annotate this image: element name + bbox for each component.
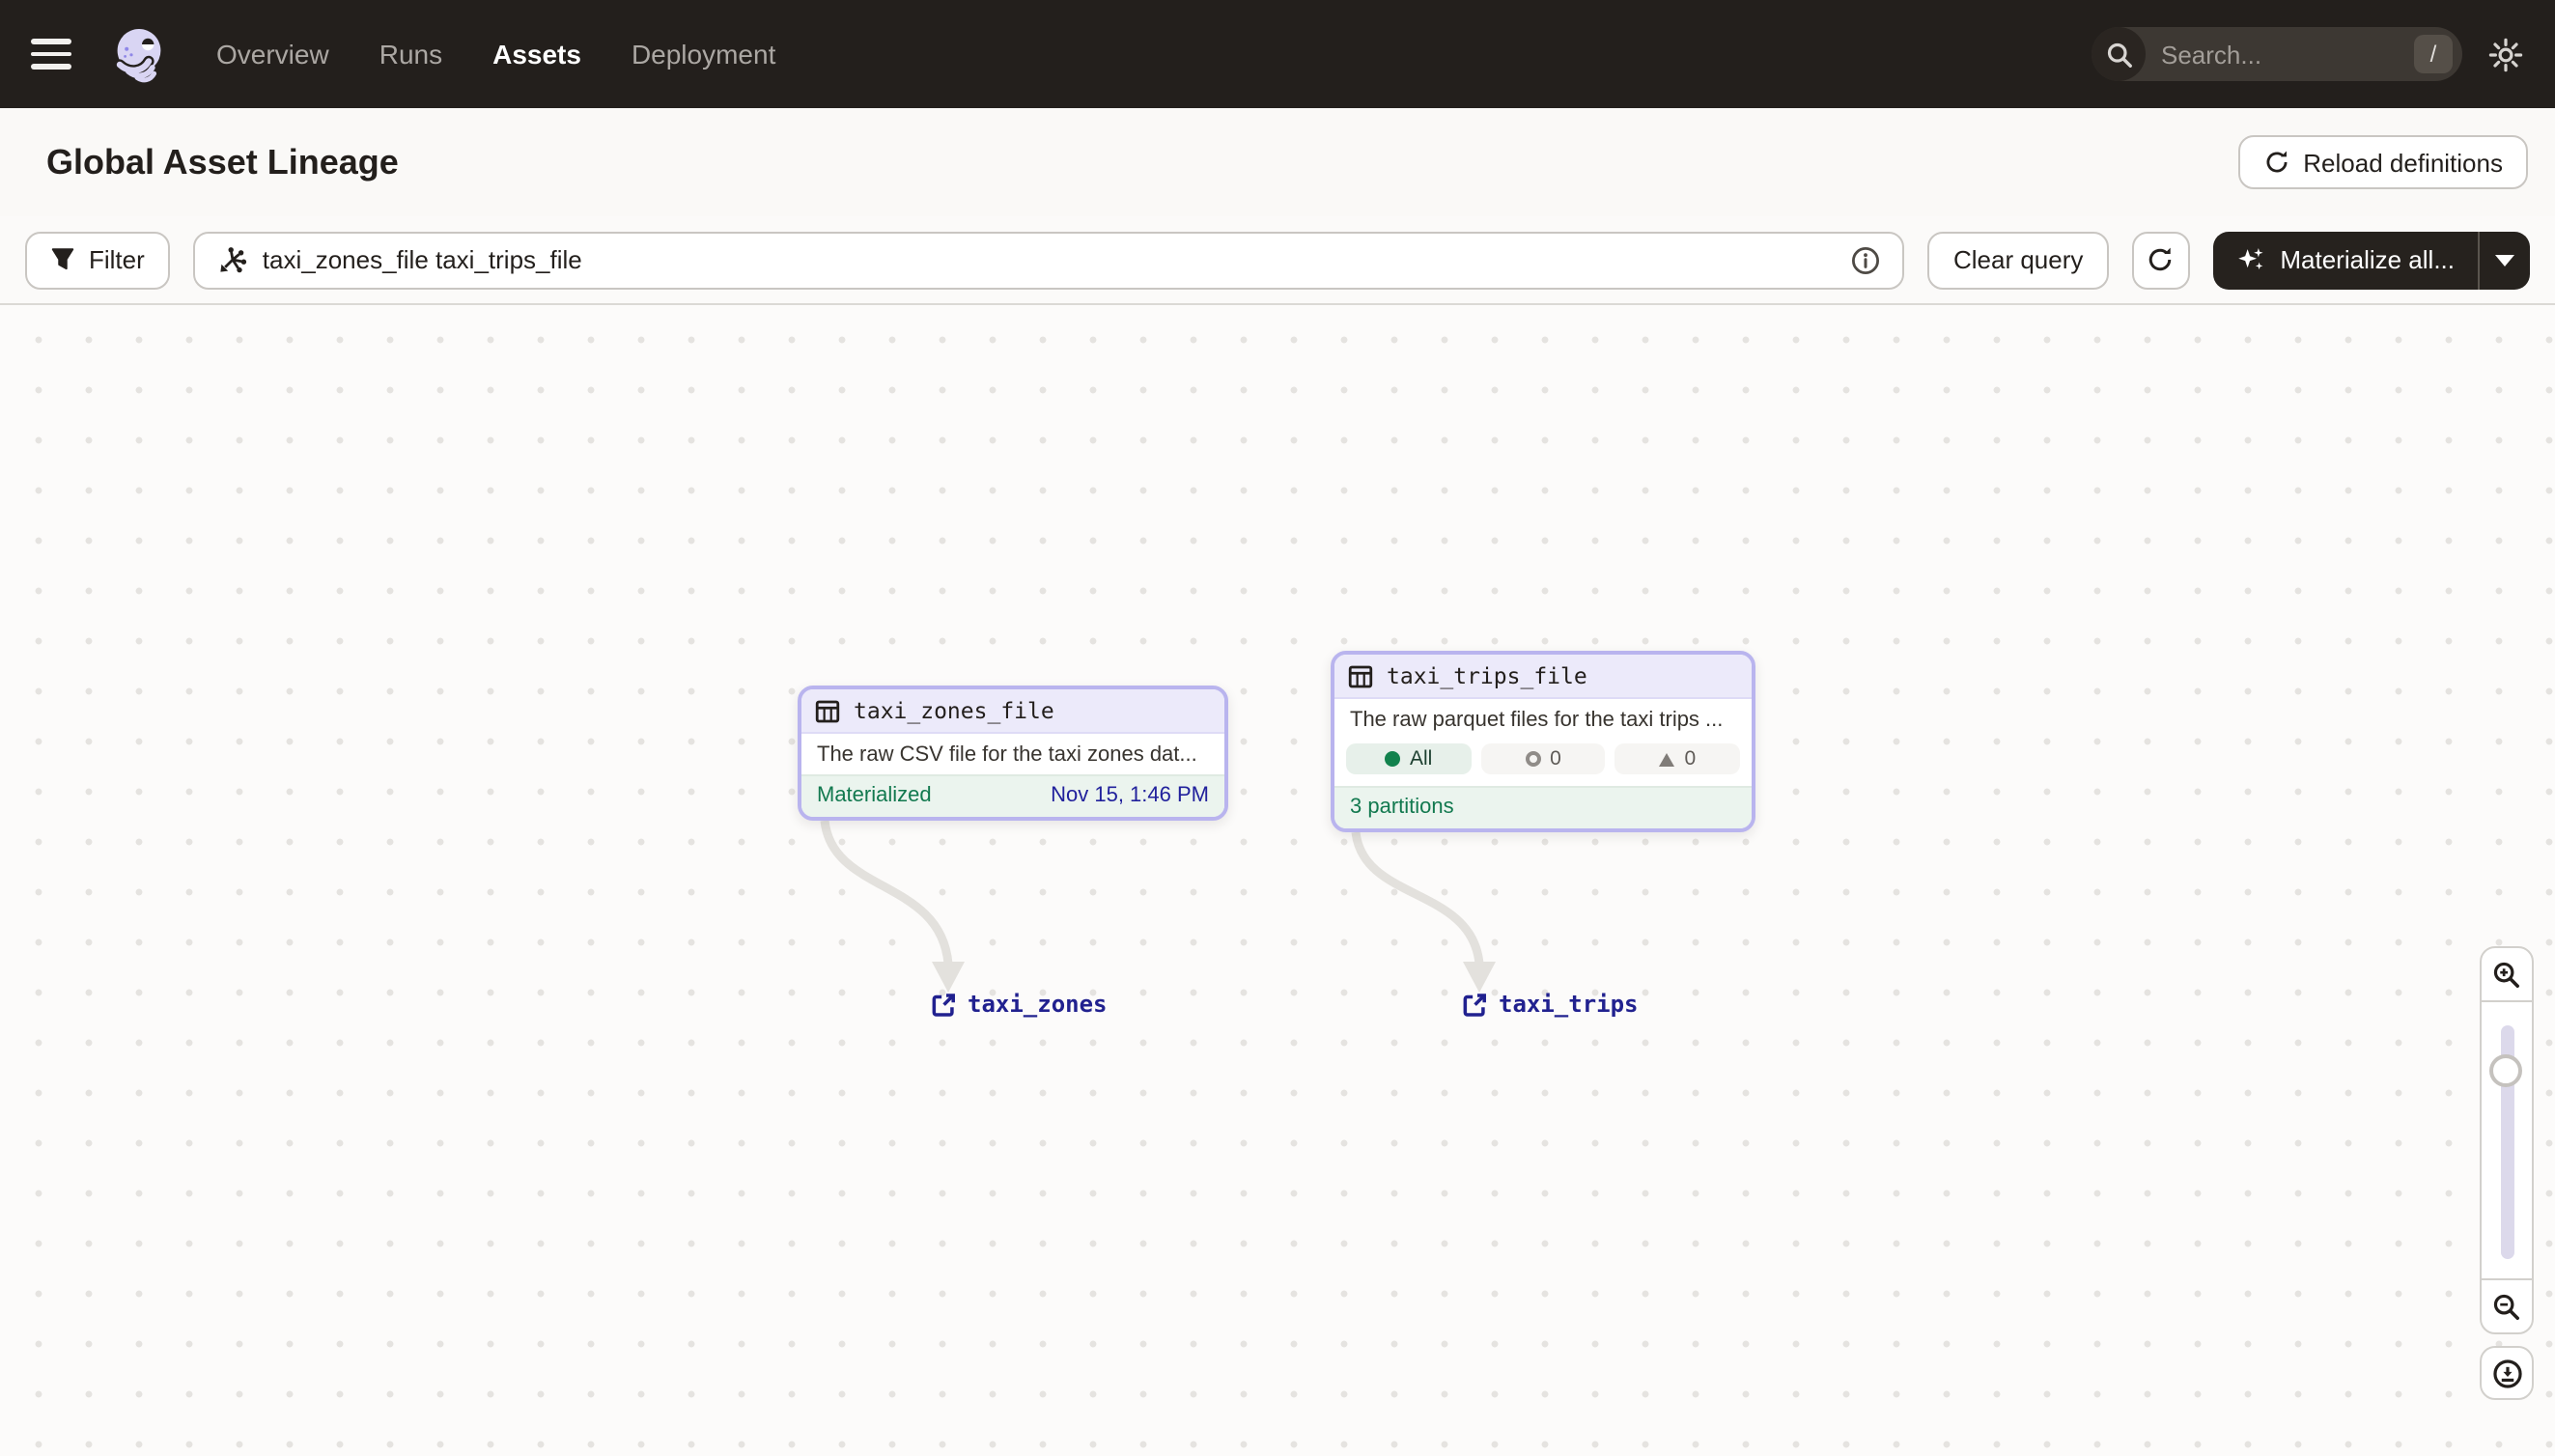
materialized-status: Materialized <box>817 784 932 807</box>
external-link-icon <box>1463 993 1486 1016</box>
materialized-dot-icon <box>1385 751 1400 767</box>
edge-trips <box>1351 831 1484 965</box>
zoom-controls-panel <box>2480 946 2534 1334</box>
download-icon <box>2492 1358 2521 1387</box>
filter-label: Filter <box>89 245 145 274</box>
asset-node-header: taxi_trips_file <box>1334 655 1752 699</box>
clear-query-label: Clear query <box>1952 245 2084 274</box>
materialize-all-label: Materialize all... <box>2280 245 2455 274</box>
partitions-missing-pill[interactable]: 0 <box>1480 743 1606 774</box>
search-placeholder: Search... <box>2161 40 2262 69</box>
reload-definitions-label: Reload definitions <box>2303 148 2503 177</box>
asset-selection-query-box <box>192 231 1905 289</box>
edge-zones <box>820 820 953 965</box>
zoom-out-icon <box>2493 1293 2519 1319</box>
nav-right-group: Search... / <box>2092 27 2524 81</box>
top-nav-bar: Overview Runs Assets Deployment Search..… <box>0 0 2555 108</box>
zoom-slider[interactable] <box>2482 1000 2532 1280</box>
asset-description: The raw parquet files for the taxi trips… <box>1334 699 1752 740</box>
external-link-icon <box>932 993 955 1016</box>
external-asset-label: taxi_zones <box>968 991 1108 1018</box>
search-input[interactable]: Search... / <box>2092 27 2462 81</box>
search-shortcut-badge: / <box>2414 35 2453 73</box>
partitions-failed-pill[interactable]: 0 <box>1614 743 1741 774</box>
lineage-toolbar: Filter Clear query <box>0 216 2555 305</box>
external-asset-label: taxi_trips <box>1499 991 1639 1018</box>
nav-links: Overview Runs Assets Deployment <box>216 39 775 70</box>
refresh-icon <box>2149 247 2172 271</box>
nav-item-assets[interactable]: Assets <box>492 39 581 70</box>
chevron-down-icon <box>2495 254 2514 266</box>
zoom-slider-thumb[interactable] <box>2489 1054 2522 1087</box>
pill-label: All <box>1410 747 1433 770</box>
external-asset-link-taxi-trips[interactable]: taxi_trips <box>1462 991 1639 1018</box>
materialization-timestamp: Nov 15, 1:46 PM <box>1051 784 1209 807</box>
asset-selection-input[interactable] <box>262 245 1836 274</box>
pill-label: 0 <box>1550 747 1561 770</box>
funnel-icon <box>51 248 74 270</box>
edge-zones-arrowhead <box>932 962 965 993</box>
pill-label: 0 <box>1684 747 1697 770</box>
clear-query-button[interactable]: Clear query <box>1927 231 2109 289</box>
lineage-canvas[interactable]: taxi_zones_file The raw CSV file for the… <box>0 305 2555 1456</box>
external-asset-link-taxi-zones[interactable]: taxi_zones <box>931 991 1108 1018</box>
nav-item-deployment[interactable]: Deployment <box>632 39 775 70</box>
zoom-out-button[interactable] <box>2482 1280 2532 1332</box>
sparkles-icon <box>2237 248 2262 270</box>
page-header: Global Asset Lineage Reload definitions <box>0 108 2555 216</box>
failed-triangle-icon <box>1659 752 1675 766</box>
materialize-options-dropdown[interactable] <box>2480 231 2530 289</box>
info-icon[interactable] <box>1851 244 1882 275</box>
edge-trips-arrowhead <box>1463 962 1496 993</box>
table-icon <box>815 699 840 722</box>
download-image-button[interactable] <box>2480 1346 2534 1400</box>
zoom-in-icon <box>2493 961 2519 987</box>
app-window: Overview Runs Assets Deployment Search..… <box>0 0 2555 1456</box>
refresh-icon <box>2265 151 2287 173</box>
asset-description: The raw CSV file for the taxi zones dat.… <box>801 734 1224 774</box>
zoom-in-button[interactable] <box>2482 948 2532 1000</box>
partition-status-pills: All 0 0 <box>1334 740 1752 786</box>
materialize-all-split-button: Materialize all... <box>2212 231 2530 289</box>
materialize-all-button[interactable]: Materialize all... <box>2212 231 2478 289</box>
op-selector-icon <box>220 246 246 272</box>
partitions-materialized-pill[interactable]: All <box>1346 743 1472 774</box>
nav-item-overview[interactable]: Overview <box>216 39 329 70</box>
asset-node-taxi-trips-file[interactable]: taxi_trips_file The raw parquet files fo… <box>1331 651 1755 832</box>
missing-ring-icon <box>1525 751 1541 767</box>
asset-name: taxi_trips_file <box>1387 662 1587 689</box>
asset-name: taxi_zones_file <box>854 697 1054 724</box>
table-icon <box>1348 664 1373 687</box>
reload-definitions-button[interactable]: Reload definitions <box>2237 135 2528 189</box>
lineage-edges <box>820 820 1496 993</box>
page-title: Global Asset Lineage <box>46 142 399 181</box>
hamburger-menu-icon[interactable] <box>31 31 77 77</box>
partitions-count: 3 partitions <box>1350 796 1454 819</box>
refresh-graph-button[interactable] <box>2131 231 2190 289</box>
asset-partitions-footer: 3 partitions <box>1334 786 1752 828</box>
gear-icon[interactable] <box>2487 36 2524 72</box>
asset-status-footer: Materialized Nov 15, 1:46 PM <box>801 774 1224 817</box>
asset-node-header: taxi_zones_file <box>801 689 1224 734</box>
filter-button[interactable]: Filter <box>25 231 170 289</box>
asset-node-taxi-zones-file[interactable]: taxi_zones_file The raw CSV file for the… <box>798 686 1228 821</box>
search-icon <box>2092 27 2146 81</box>
nav-item-runs[interactable]: Runs <box>379 39 442 70</box>
dagster-logo[interactable] <box>108 23 170 85</box>
